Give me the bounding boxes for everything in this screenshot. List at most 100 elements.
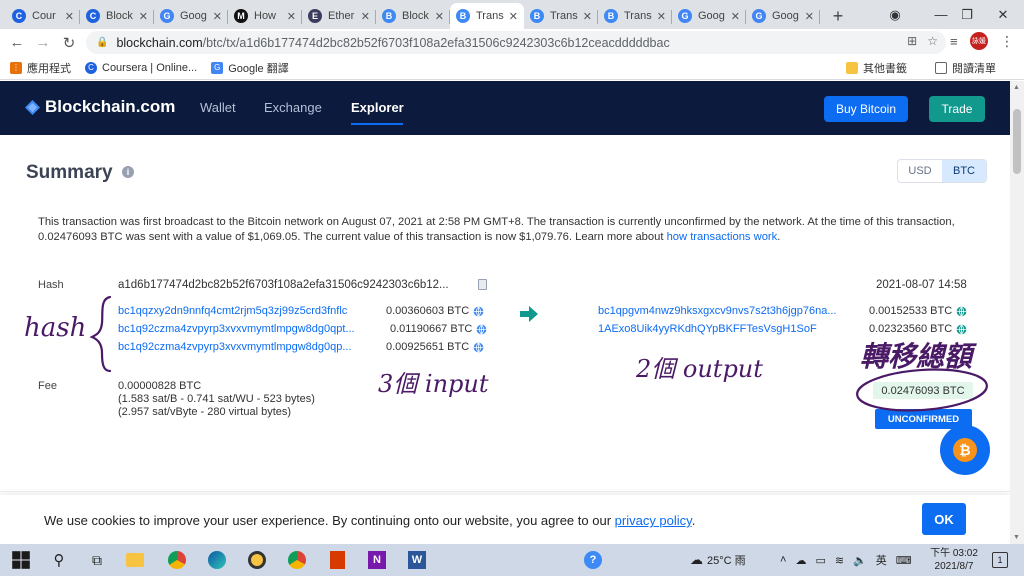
browser-tab[interactable]: G Goog ✕ bbox=[672, 3, 746, 29]
edge-icon[interactable] bbox=[206, 549, 228, 571]
menu-kebab-icon[interactable]: ⋮ bbox=[1000, 33, 1014, 50]
output-amount: 0.02323560 BTC bbox=[869, 323, 953, 335]
tab-close-icon[interactable]: ✕ bbox=[583, 10, 592, 23]
tab-label: Trans bbox=[624, 10, 652, 22]
onedrive-icon[interactable]: ☁ bbox=[795, 554, 806, 567]
translate-icon[interactable]: ⊞ bbox=[907, 34, 917, 48]
tab-close-icon[interactable]: ✕ bbox=[435, 10, 444, 23]
bookmark-google-translate[interactable]: G Google 翻譯 bbox=[211, 60, 289, 76]
close-window-icon[interactable]: ✕ bbox=[982, 0, 1024, 29]
browser-tab[interactable]: C Cour ✕ bbox=[6, 3, 80, 29]
tab-close-icon[interactable]: ✕ bbox=[361, 10, 370, 23]
nav-active-indicator bbox=[351, 123, 403, 125]
chrome-profile-icon[interactable] bbox=[286, 549, 308, 571]
forward-icon[interactable]: → bbox=[30, 30, 56, 56]
browser-tab[interactable]: B Block ✕ bbox=[376, 3, 450, 29]
page-scrollbar[interactable]: ▲ ▼ bbox=[1010, 81, 1024, 544]
ime-indicator[interactable]: 英 bbox=[876, 552, 887, 568]
notification-center-icon[interactable]: 1 bbox=[992, 552, 1008, 568]
copy-icon[interactable] bbox=[478, 279, 487, 290]
scroll-down-icon[interactable]: ▼ bbox=[1013, 534, 1020, 541]
tab-label: Trans bbox=[550, 10, 578, 22]
reload-icon[interactable]: ↻ bbox=[56, 30, 82, 56]
norton-icon[interactable] bbox=[246, 549, 268, 571]
globe-icon[interactable] bbox=[476, 323, 487, 335]
scroll-up-icon[interactable]: ▲ bbox=[1013, 84, 1020, 91]
tab-close-icon[interactable]: ✕ bbox=[65, 10, 74, 23]
chrome-icon[interactable] bbox=[166, 549, 188, 571]
input-address-link[interactable]: bc1q92czma4zvpyrp3xvxvmymtlmpgw8dg0qp... bbox=[118, 341, 380, 353]
tab-close-icon[interactable]: ✕ bbox=[213, 10, 222, 23]
tab-close-icon[interactable]: ✕ bbox=[509, 10, 518, 23]
windows-start-icon[interactable] bbox=[10, 549, 32, 571]
wifi-icon[interactable]: ≋ bbox=[835, 554, 844, 567]
weather-widget[interactable]: ☁ 25°C 雨 bbox=[690, 544, 746, 576]
globe-icon[interactable] bbox=[956, 305, 967, 317]
battery-icon[interactable]: ▭ bbox=[815, 554, 825, 567]
tab-close-icon[interactable]: ✕ bbox=[805, 10, 814, 23]
tab-close-icon[interactable]: ✕ bbox=[657, 10, 666, 23]
buy-bitcoin-button[interactable]: Buy Bitcoin bbox=[824, 96, 908, 122]
output-row: 1AExo8Uik4yyRKdhQYpBKFFTesVsgH1SoF 0.023… bbox=[598, 323, 967, 335]
ime-keyboard-icon[interactable]: ⌨ bbox=[896, 554, 912, 567]
word-icon[interactable]: W bbox=[406, 549, 428, 571]
browser-tab[interactable]: E Ether ✕ bbox=[302, 3, 376, 29]
input-address-link[interactable]: bc1q92czma4zvpyrp3xvxvmymtlmpgw8dg0qpt..… bbox=[118, 323, 384, 335]
browser-tab[interactable]: B Trans ✕ bbox=[450, 3, 524, 29]
tab-search-icon[interactable]: ◉ bbox=[874, 0, 916, 29]
back-icon[interactable]: ← bbox=[4, 30, 30, 56]
currency-btc-option[interactable]: BTC bbox=[942, 160, 986, 182]
tab-close-icon[interactable]: ✕ bbox=[287, 10, 296, 23]
site-logo[interactable]: Blockchain.com bbox=[25, 97, 175, 117]
google-translate-icon: G bbox=[752, 9, 766, 23]
bitcoin-fab-button[interactable]: ₿ bbox=[940, 425, 990, 475]
volume-icon[interactable]: 🔈 bbox=[853, 554, 867, 567]
currency-usd-option[interactable]: USD bbox=[898, 160, 942, 182]
output-address-link[interactable]: 1AExo8Uik4yyRKdhQYpBKFFTesVsgH1SoF bbox=[598, 323, 863, 335]
help-icon[interactable]: ? bbox=[582, 549, 604, 571]
nav-explorer[interactable]: Explorer bbox=[351, 100, 404, 115]
nav-exchange[interactable]: Exchange bbox=[264, 100, 322, 115]
globe-icon[interactable] bbox=[956, 323, 967, 335]
profile-avatar[interactable]: 詠媛 bbox=[970, 32, 988, 50]
summary-description: This transaction was first broadcast to … bbox=[38, 215, 968, 245]
browser-tab[interactable]: G Goog ✕ bbox=[746, 3, 820, 29]
input-amount: 0.00925651 BTC bbox=[386, 341, 470, 353]
taskbar-clock[interactable]: 下午 03:02 2021/8/7 bbox=[928, 547, 980, 573]
cookie-ok-button[interactable]: OK bbox=[922, 503, 966, 535]
tab-close-icon[interactable]: ✕ bbox=[139, 10, 148, 23]
globe-icon[interactable] bbox=[473, 305, 484, 317]
fee-rate-bytes: (1.583 sat/B - 0.741 sat/WU - 523 bytes) bbox=[118, 393, 315, 405]
lock-icon: 🔒 bbox=[96, 37, 109, 48]
browser-tab[interactable]: G Goog ✕ bbox=[154, 3, 228, 29]
browser-tab[interactable]: B Trans ✕ bbox=[524, 3, 598, 29]
search-icon[interactable]: ⚲ bbox=[48, 549, 70, 571]
how-transactions-work-link[interactable]: how transactions work bbox=[667, 231, 778, 243]
trade-button[interactable]: Trade bbox=[929, 96, 985, 122]
browser-tab[interactable]: C Block ✕ bbox=[80, 3, 154, 29]
bookmark-apps[interactable]: ⋮ 應用程式 bbox=[10, 60, 71, 76]
task-view-icon[interactable]: ⧉ bbox=[86, 549, 108, 571]
tray-chevron-icon[interactable]: ˄ bbox=[780, 554, 786, 566]
bookmark-coursera[interactable]: C Coursera | Online... bbox=[85, 61, 197, 74]
output-address-link[interactable]: bc1qpgvm4nwz9hksxgxcv9nvs7s2t3h6jgp76na.… bbox=[598, 305, 863, 317]
address-bar[interactable]: 🔒 blockchain.com/btc/tx/a1d6b177474d2bc8… bbox=[86, 31, 946, 54]
tab-close-icon[interactable]: ✕ bbox=[731, 10, 740, 23]
globe-icon[interactable] bbox=[473, 341, 484, 353]
browser-tab[interactable]: M How ✕ bbox=[228, 3, 302, 29]
input-address-link[interactable]: bc1qqzxy2dn9nnfq4cmt2rjm5q3zj99z5crd3fnf… bbox=[118, 305, 380, 317]
bookmark-reading-list[interactable]: 閱讀清單 bbox=[935, 60, 996, 76]
privacy-policy-link[interactable]: privacy policy bbox=[615, 513, 692, 528]
annotation-hash: hash bbox=[24, 313, 87, 343]
reading-list-toolbar-icon[interactable]: ≡ bbox=[950, 34, 958, 49]
office-icon[interactable] bbox=[326, 549, 348, 571]
onenote-icon[interactable]: N bbox=[366, 549, 388, 571]
browser-tab[interactable]: B Trans ✕ bbox=[598, 3, 672, 29]
scrollbar-thumb[interactable] bbox=[1013, 109, 1021, 174]
bookmark-star-icon[interactable]: ☆ bbox=[927, 34, 938, 48]
info-icon[interactable]: i bbox=[122, 166, 134, 178]
new-tab-icon[interactable]: + bbox=[824, 3, 852, 29]
nav-wallet[interactable]: Wallet bbox=[200, 100, 236, 115]
bookmark-other[interactable]: 其他書籤 bbox=[846, 60, 907, 76]
file-explorer-icon[interactable] bbox=[124, 549, 146, 571]
